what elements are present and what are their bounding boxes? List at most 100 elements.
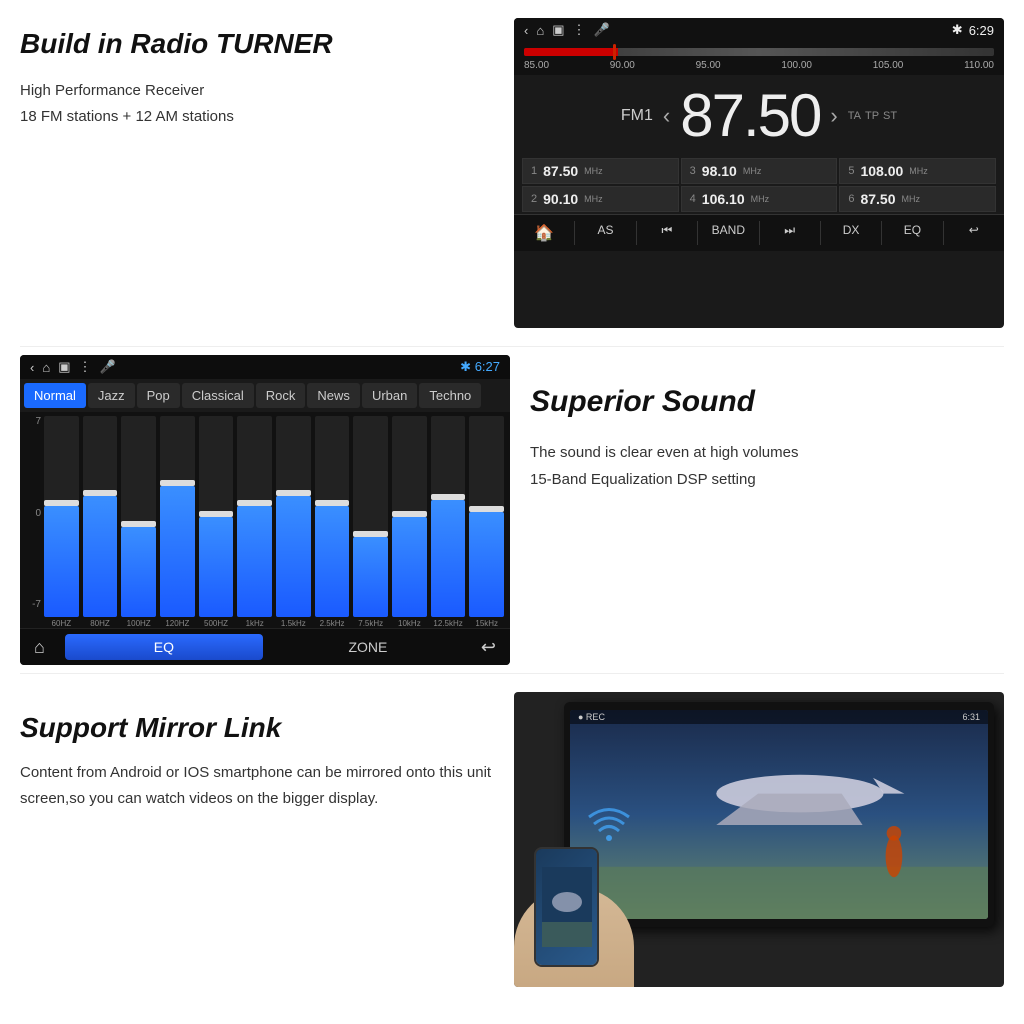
eq-bottom-zone-button[interactable]: ZONE bbox=[269, 639, 467, 655]
eq-bar-track-8 bbox=[353, 416, 388, 617]
mic-icon[interactable]: 🎤 bbox=[594, 22, 610, 38]
radio-home-button[interactable]: 🏠 bbox=[514, 221, 575, 245]
eq-bar-track-4 bbox=[199, 416, 234, 617]
eq-bar-100HZ[interactable]: 100HZ bbox=[121, 416, 156, 628]
eq-bar-handle-11[interactable] bbox=[469, 506, 504, 512]
eq-bar-label-8: 7.5kHz bbox=[358, 619, 383, 628]
eq-bar-15kHz[interactable]: 15kHz bbox=[469, 416, 504, 628]
freq-left-arrow[interactable]: ‹ bbox=[663, 103, 670, 129]
eq-bar-label-5: 1kHz bbox=[246, 619, 264, 628]
home-icon[interactable]: ⌂ bbox=[536, 23, 544, 38]
tuner-labels: 85.00 90.00 95.00 100.00 105.00 110.00 bbox=[524, 60, 994, 71]
freq-right-arrow[interactable]: › bbox=[830, 103, 837, 129]
eq-mode-rock[interactable]: Rock bbox=[256, 383, 306, 408]
back-icon[interactable]: ‹ bbox=[524, 23, 528, 38]
eq-bar-handle-1[interactable] bbox=[83, 490, 118, 496]
eq-mode-urban[interactable]: Urban bbox=[362, 383, 417, 408]
freq-right-labels: TA TP ST bbox=[848, 110, 897, 122]
radio-section: Build in Radio TURNER High Performance R… bbox=[0, 0, 1024, 338]
radio-back-button[interactable]: ↩ bbox=[944, 221, 1004, 245]
eq-bar-80HZ[interactable]: 80HZ bbox=[83, 416, 118, 628]
radio-eq-button[interactable]: EQ bbox=[882, 221, 943, 245]
eq-bar-handle-5[interactable] bbox=[237, 500, 272, 506]
eq-bar-fill-4 bbox=[199, 517, 234, 618]
tuner-needle bbox=[613, 44, 616, 60]
eq-back-icon[interactable]: ‹ bbox=[30, 360, 34, 375]
eq-bar-label-9: 10kHz bbox=[398, 619, 421, 628]
eq-bar-1.5kHz[interactable]: 1.5kHz bbox=[276, 416, 311, 628]
menu-icon[interactable]: ⋮ bbox=[573, 22, 586, 38]
preset-5[interactable]: 5 108.00 MHz bbox=[839, 158, 996, 184]
presets-grid: 1 87.50 MHz 3 98.10 MHz 5 108.00 MHz 2 9… bbox=[514, 156, 1004, 214]
eq-bar-handle-9[interactable] bbox=[392, 511, 427, 517]
tuner-track[interactable] bbox=[524, 48, 994, 56]
eq-status-right: ✱ 6:27 bbox=[460, 359, 500, 375]
eq-mode-techno[interactable]: Techno bbox=[419, 383, 481, 408]
eq-bar-handle-8[interactable] bbox=[353, 531, 388, 537]
eq-mode-news[interactable]: News bbox=[307, 383, 360, 408]
radio-title: Build in Radio TURNER bbox=[20, 28, 494, 60]
eq-bar-handle-2[interactable] bbox=[121, 521, 156, 527]
eq-bar-fill-5 bbox=[237, 506, 272, 617]
eq-bar-fill-2 bbox=[121, 527, 156, 617]
preset-4[interactable]: 4 106.10 MHz bbox=[681, 186, 838, 212]
freq-number: 87.50 bbox=[680, 81, 820, 150]
eq-menu-icon[interactable]: ⋮ bbox=[79, 359, 92, 375]
eq-mode-classical[interactable]: Classical bbox=[182, 383, 254, 408]
preset-2[interactable]: 2 90.10 MHz bbox=[522, 186, 679, 212]
eq-bar-track-9 bbox=[392, 416, 427, 617]
eq-bar-handle-7[interactable] bbox=[315, 500, 350, 506]
mirror-title: Support Mirror Link bbox=[20, 712, 494, 744]
eq-bar-label-6: 1.5kHz bbox=[281, 619, 306, 628]
eq-bar-label-3: 120HZ bbox=[165, 619, 189, 628]
eq-windows-icon[interactable]: ▣ bbox=[58, 359, 70, 375]
eq-bar-fill-10 bbox=[431, 500, 466, 617]
car-screen-statusbar: ● REC 6:31 bbox=[570, 710, 988, 724]
radio-dx-button[interactable]: DX bbox=[821, 221, 882, 245]
eq-bar-10kHz[interactable]: 10kHz bbox=[392, 416, 427, 628]
eq-bar-track-6 bbox=[276, 416, 311, 617]
radio-desc-line1: High Performance Receiver bbox=[20, 78, 494, 104]
eq-mode-normal[interactable]: Normal bbox=[24, 383, 86, 408]
preset-6[interactable]: 6 87.50 MHz bbox=[839, 186, 996, 212]
eq-mic-icon[interactable]: 🎤 bbox=[100, 359, 116, 375]
freq-display: FM1 ‹ 87.50 › TA TP ST bbox=[514, 75, 1004, 156]
radio-prev-button[interactable]: ⏮ bbox=[637, 221, 698, 245]
eq-bar-track-7 bbox=[315, 416, 350, 617]
eq-bar-handle-4[interactable] bbox=[199, 511, 234, 517]
phone-device bbox=[534, 847, 599, 967]
eq-bar-track-11 bbox=[469, 416, 504, 617]
preset-3[interactable]: 3 98.10 MHz bbox=[681, 158, 838, 184]
eq-bar-12.5kHz[interactable]: 12.5kHz bbox=[431, 416, 466, 628]
eq-bottom-eq-button[interactable]: EQ bbox=[65, 634, 263, 660]
eq-bar-handle-0[interactable] bbox=[44, 500, 79, 506]
eq-bar-handle-3[interactable] bbox=[160, 480, 195, 486]
radio-next-button[interactable]: ⏭ bbox=[760, 221, 821, 245]
mirror-desc: Content from Android or IOS smartphone c… bbox=[20, 760, 494, 813]
eq-bar-120HZ[interactable]: 120HZ bbox=[160, 416, 195, 628]
eq-bar-fill-8 bbox=[353, 537, 388, 617]
tuner-slider-area[interactable]: 85.00 90.00 95.00 100.00 105.00 110.00 bbox=[514, 42, 1004, 75]
eq-bar-label-10: 12.5kHz bbox=[433, 619, 462, 628]
eq-bottom-back-button[interactable]: ↩ bbox=[467, 637, 510, 658]
radio-band-button[interactable]: BAND bbox=[698, 221, 759, 245]
eq-bar-60HZ[interactable]: 60HZ bbox=[44, 416, 79, 628]
eq-bluetooth-icon: ✱ bbox=[460, 359, 471, 374]
eq-bar-handle-6[interactable] bbox=[276, 490, 311, 496]
eq-bar-label-4: 500HZ bbox=[204, 619, 228, 628]
eq-mode-pop[interactable]: Pop bbox=[137, 383, 180, 408]
eq-home-icon[interactable]: ⌂ bbox=[42, 360, 50, 375]
eq-bar-1kHz[interactable]: 1kHz bbox=[237, 416, 272, 628]
eq-mode-jazz[interactable]: Jazz bbox=[88, 383, 135, 408]
eq-bar-500HZ[interactable]: 500HZ bbox=[199, 416, 234, 628]
eq-bar-2.5kHz[interactable]: 2.5kHz bbox=[315, 416, 350, 628]
eq-bottom-home-button[interactable]: ⌂ bbox=[20, 637, 59, 658]
eq-bar-7.5kHz[interactable]: 7.5kHz bbox=[353, 416, 388, 628]
eq-bar-handle-10[interactable] bbox=[431, 494, 466, 500]
preset-1[interactable]: 1 87.50 MHz bbox=[522, 158, 679, 184]
eq-bar-fill-6 bbox=[276, 496, 311, 617]
car-screen-time: 6:31 bbox=[962, 712, 980, 722]
sound-title: Superior Sound bbox=[530, 385, 1004, 419]
radio-as-button[interactable]: AS bbox=[575, 221, 636, 245]
windows-icon[interactable]: ▣ bbox=[552, 22, 564, 38]
